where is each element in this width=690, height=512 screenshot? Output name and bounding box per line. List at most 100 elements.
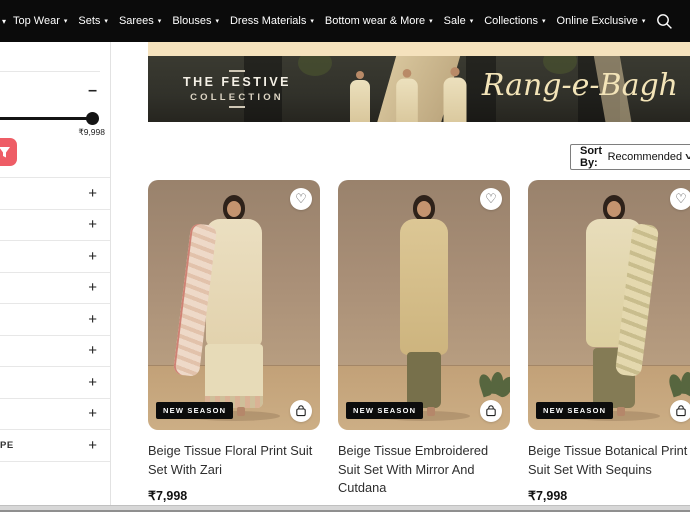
filter-section-row[interactable]	[0, 241, 110, 273]
nav-item-online-exclusive[interactable]: Online Exclusive	[557, 15, 646, 27]
nav-item-label: Dress Materials	[230, 15, 306, 27]
new-season-badge: NEW SEASON	[346, 402, 423, 419]
nav-item-blouses[interactable]: Blouses	[172, 15, 219, 27]
product-grid: NEW SEASON Beige Tissue Floral Print Sui…	[148, 180, 690, 512]
product-price: ₹7,998	[528, 488, 690, 503]
chevron-down-icon	[470, 18, 474, 25]
plus-icon	[88, 186, 97, 201]
collection-wordmark: THE FESTIVE COLLECTION	[174, 67, 300, 111]
nav-item-label: Online Exclusive	[557, 15, 638, 27]
product-card: NEW SEASON Beige Tissue Botanical Print …	[528, 180, 690, 512]
filter-section-row[interactable]	[0, 399, 110, 431]
banner-model	[394, 69, 420, 122]
product-title[interactable]: Beige Tissue Floral Print Suit Set With …	[148, 442, 320, 479]
filter-drawer-button[interactable]	[0, 138, 17, 166]
plus-icon	[88, 217, 97, 232]
banner-model	[348, 71, 372, 122]
banner-model	[441, 67, 469, 122]
collection-title-line2: COLLECTION	[174, 92, 300, 103]
product-title[interactable]: Beige Tissue Botanical Print Suit Set Wi…	[528, 442, 690, 479]
decorative-dash	[229, 106, 245, 108]
nav-item-label: Collections	[484, 15, 538, 27]
minus-icon[interactable]	[88, 83, 97, 99]
filter-section-row[interactable]	[0, 210, 110, 242]
model-figure	[400, 219, 448, 355]
bag-icon	[295, 405, 307, 417]
model-figure	[607, 201, 621, 217]
product-image[interactable]: NEW SEASON	[148, 180, 320, 430]
filter-section-row[interactable]: PE	[0, 430, 110, 462]
bag-icon	[675, 405, 687, 417]
page: Top Wear Sets Sarees Blouses Dress Mater…	[0, 0, 690, 512]
wishlist-button[interactable]	[670, 188, 690, 210]
product-price: ₹7,998	[148, 488, 320, 503]
chevron-down-icon	[642, 18, 646, 25]
filter-section-row[interactable]	[0, 367, 110, 399]
plus-icon	[88, 249, 97, 264]
nav-item-top-wear[interactable]: Top Wear	[13, 15, 67, 27]
chevron-down-icon	[2, 17, 6, 26]
banner-script-title: Rang-e-Bagh	[482, 68, 678, 103]
festive-collection-banner[interactable]: THE FESTIVE COLLECTION Rang-e-Bagh	[148, 56, 690, 122]
horizontal-scrollbar[interactable]	[0, 505, 690, 512]
add-to-bag-button[interactable]	[480, 400, 502, 422]
filter-section-row[interactable]	[0, 273, 110, 305]
nav-item-sarees[interactable]: Sarees	[119, 15, 161, 27]
product-image[interactable]: NEW SEASON	[338, 180, 510, 430]
add-to-bag-button[interactable]	[670, 400, 690, 422]
banner-top-strip	[148, 42, 690, 56]
filter-section-row[interactable]	[0, 336, 110, 368]
model-figure	[427, 407, 435, 416]
price-max-label: ₹9,998	[78, 127, 105, 138]
banner-foliage	[298, 56, 332, 76]
plus-icon	[88, 312, 97, 327]
nav-item-dress-materials[interactable]: Dress Materials	[230, 15, 314, 27]
chevron-down-icon	[64, 18, 68, 25]
sort-value: Recommended	[608, 151, 683, 163]
plus-icon	[88, 343, 97, 358]
sort-label: Sort By:	[580, 145, 604, 169]
product-image[interactable]: NEW SEASON	[528, 180, 690, 430]
chevron-down-icon	[429, 18, 433, 25]
product-title[interactable]: Beige Tissue Embroidered Suit Set With M…	[338, 442, 510, 498]
filters-sidebar: ₹9,998 PE	[0, 42, 110, 505]
model-figure	[617, 407, 625, 416]
nav-icon-group: ₹	[656, 11, 690, 32]
model-figure	[407, 352, 441, 408]
divider	[0, 71, 100, 72]
chevron-down-icon	[685, 152, 690, 163]
model-figure	[227, 201, 241, 217]
top-nav: Top Wear Sets Sarees Blouses Dress Mater…	[0, 0, 690, 42]
price-slider-handle[interactable]	[86, 112, 99, 125]
nav-item-sale[interactable]: Sale	[444, 15, 474, 27]
chevron-down-icon	[310, 18, 314, 25]
add-to-bag-button[interactable]	[290, 400, 312, 422]
filter-section-row[interactable]	[0, 178, 110, 210]
nav-item-bottom-wear[interactable]: Bottom wear & More	[325, 15, 433, 27]
wishlist-button[interactable]	[480, 188, 502, 210]
chevron-down-icon	[104, 18, 108, 25]
divider	[110, 42, 111, 505]
filter-sections: PE	[0, 177, 110, 462]
plus-icon	[88, 375, 97, 390]
nav-item-label: Blouses	[172, 15, 211, 27]
sort-dropdown[interactable]: Sort By: Recommended	[570, 144, 690, 170]
nav-item-collections[interactable]: Collections	[484, 15, 545, 27]
plus-icon	[88, 406, 97, 421]
wishlist-button[interactable]	[290, 188, 312, 210]
filter-section-row[interactable]	[0, 304, 110, 336]
chevron-down-icon	[542, 18, 546, 25]
model-figure	[205, 344, 263, 408]
new-season-badge: NEW SEASON	[156, 402, 233, 419]
search-icon[interactable]	[656, 13, 673, 30]
nav-item-label: Top Wear	[13, 15, 60, 27]
plus-icon	[88, 438, 97, 453]
plus-icon	[88, 280, 97, 295]
nav-item-label: Sets	[78, 15, 100, 27]
new-season-badge: NEW SEASON	[536, 402, 613, 419]
nav-item-sets[interactable]: Sets	[78, 15, 108, 27]
plant-decor	[666, 356, 690, 402]
price-slider-track[interactable]	[0, 117, 98, 120]
chevron-down-icon	[158, 18, 162, 25]
nav-item-label: Sale	[444, 15, 466, 27]
